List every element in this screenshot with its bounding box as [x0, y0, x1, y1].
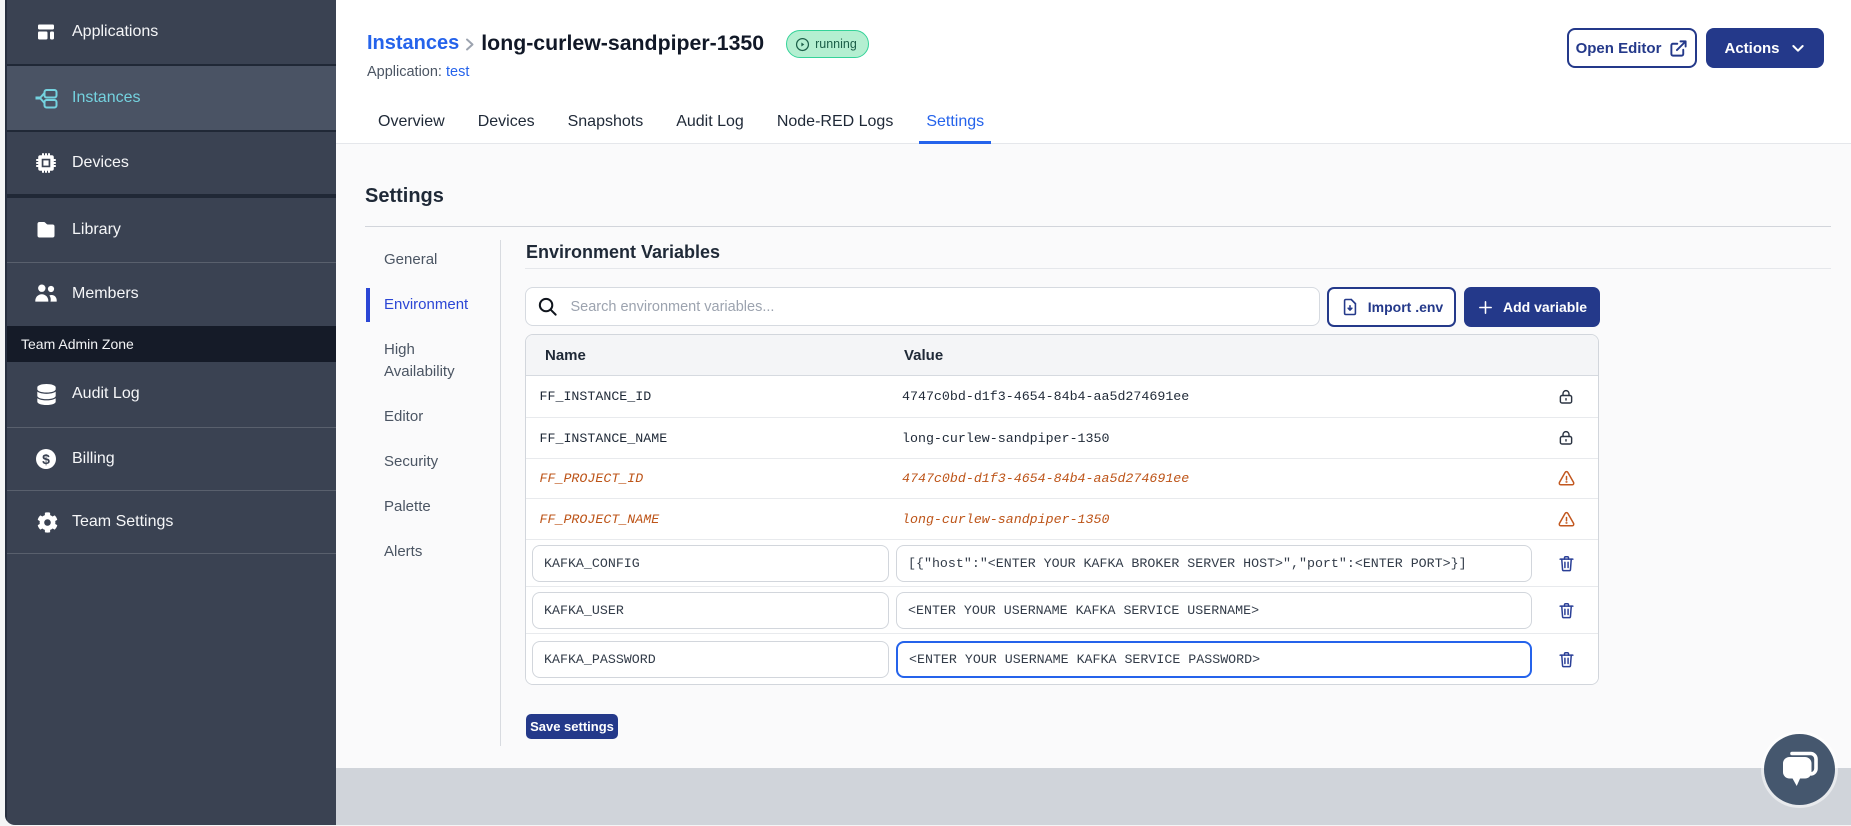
svg-text:$: $: [42, 451, 50, 467]
